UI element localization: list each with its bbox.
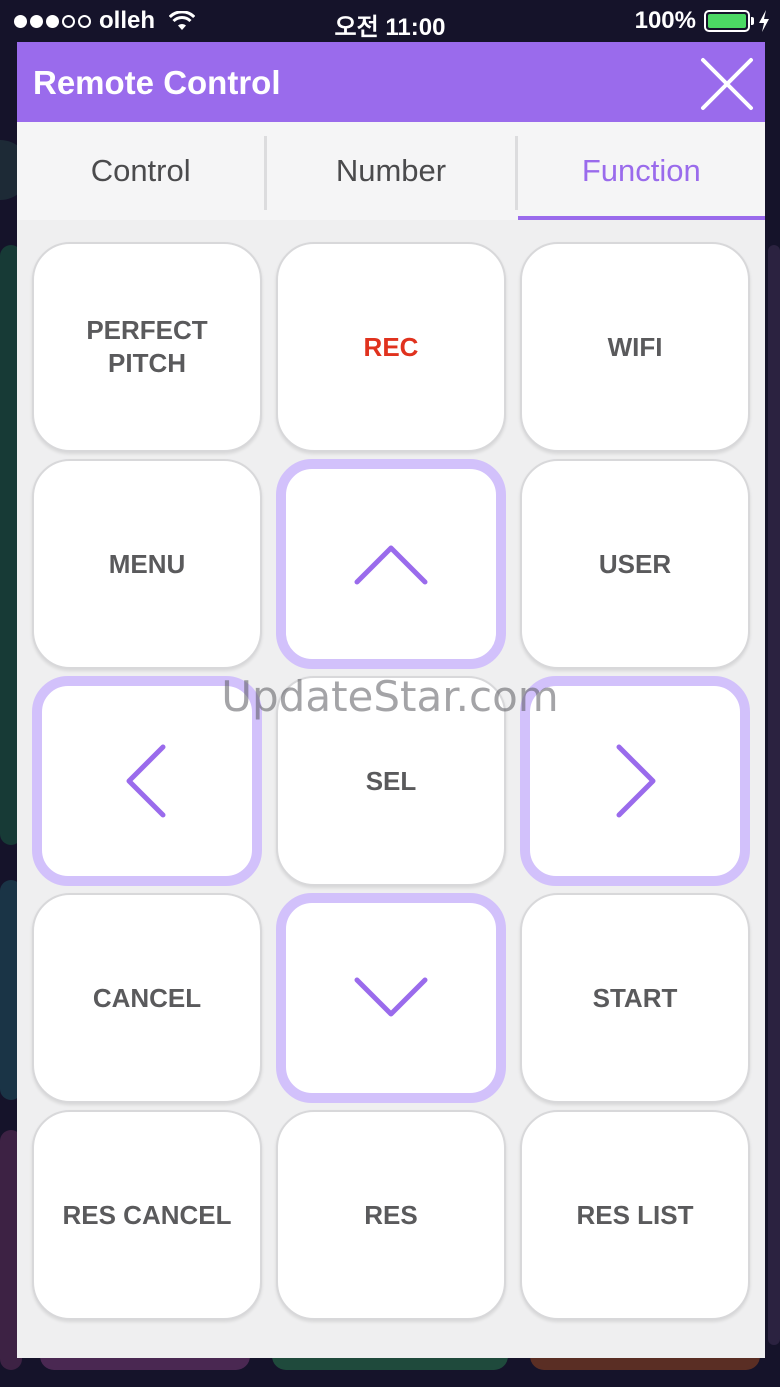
status-bar: olleh 오전 11:00 100% (0, 0, 780, 42)
function-key-grid: PERFECT PITCH REC WIFI MENU USER SEL CAN… (32, 242, 750, 1320)
res-list-button[interactable]: RES LIST (520, 1110, 750, 1320)
charging-bolt-icon (759, 10, 769, 32)
tab-function[interactable]: Function (517, 122, 766, 220)
remote-control-modal: Remote Control Control Number Function P… (17, 42, 766, 1358)
modal-header: Remote Control (17, 42, 765, 122)
user-button[interactable]: USER (520, 459, 750, 669)
rec-button[interactable]: REC (276, 242, 506, 452)
down-button[interactable] (276, 893, 506, 1103)
perfect-pitch-button[interactable]: PERFECT PITCH (32, 242, 262, 452)
battery-percent: 100% (634, 7, 696, 34)
cancel-button[interactable]: CANCEL (32, 893, 262, 1103)
chevron-right-icon (616, 744, 656, 818)
sel-button[interactable]: SEL (276, 676, 506, 886)
menu-button[interactable]: MENU (32, 459, 262, 669)
perfect-pitch-label: PERFECT PITCH (86, 315, 208, 378)
close-icon[interactable] (699, 56, 755, 112)
chevron-up-icon (354, 545, 428, 585)
up-button[interactable] (276, 459, 506, 669)
tab-bar: Control Number Function (17, 122, 766, 220)
tab-number[interactable]: Number (267, 122, 514, 220)
chevron-left-icon (126, 744, 166, 818)
wifi-button[interactable]: WIFI (520, 242, 750, 452)
start-button[interactable]: START (520, 893, 750, 1103)
chevron-down-icon (354, 977, 428, 1017)
battery-icon (704, 10, 754, 32)
tab-control[interactable]: Control (17, 122, 264, 220)
status-right: 100% (635, 7, 770, 35)
background-app-fragment (768, 245, 780, 1345)
res-cancel-button[interactable]: RES CANCEL (32, 1110, 262, 1320)
res-button[interactable]: RES (276, 1110, 506, 1320)
right-button[interactable] (520, 676, 750, 886)
left-button[interactable] (32, 676, 262, 886)
modal-title: Remote Control (33, 64, 281, 101)
